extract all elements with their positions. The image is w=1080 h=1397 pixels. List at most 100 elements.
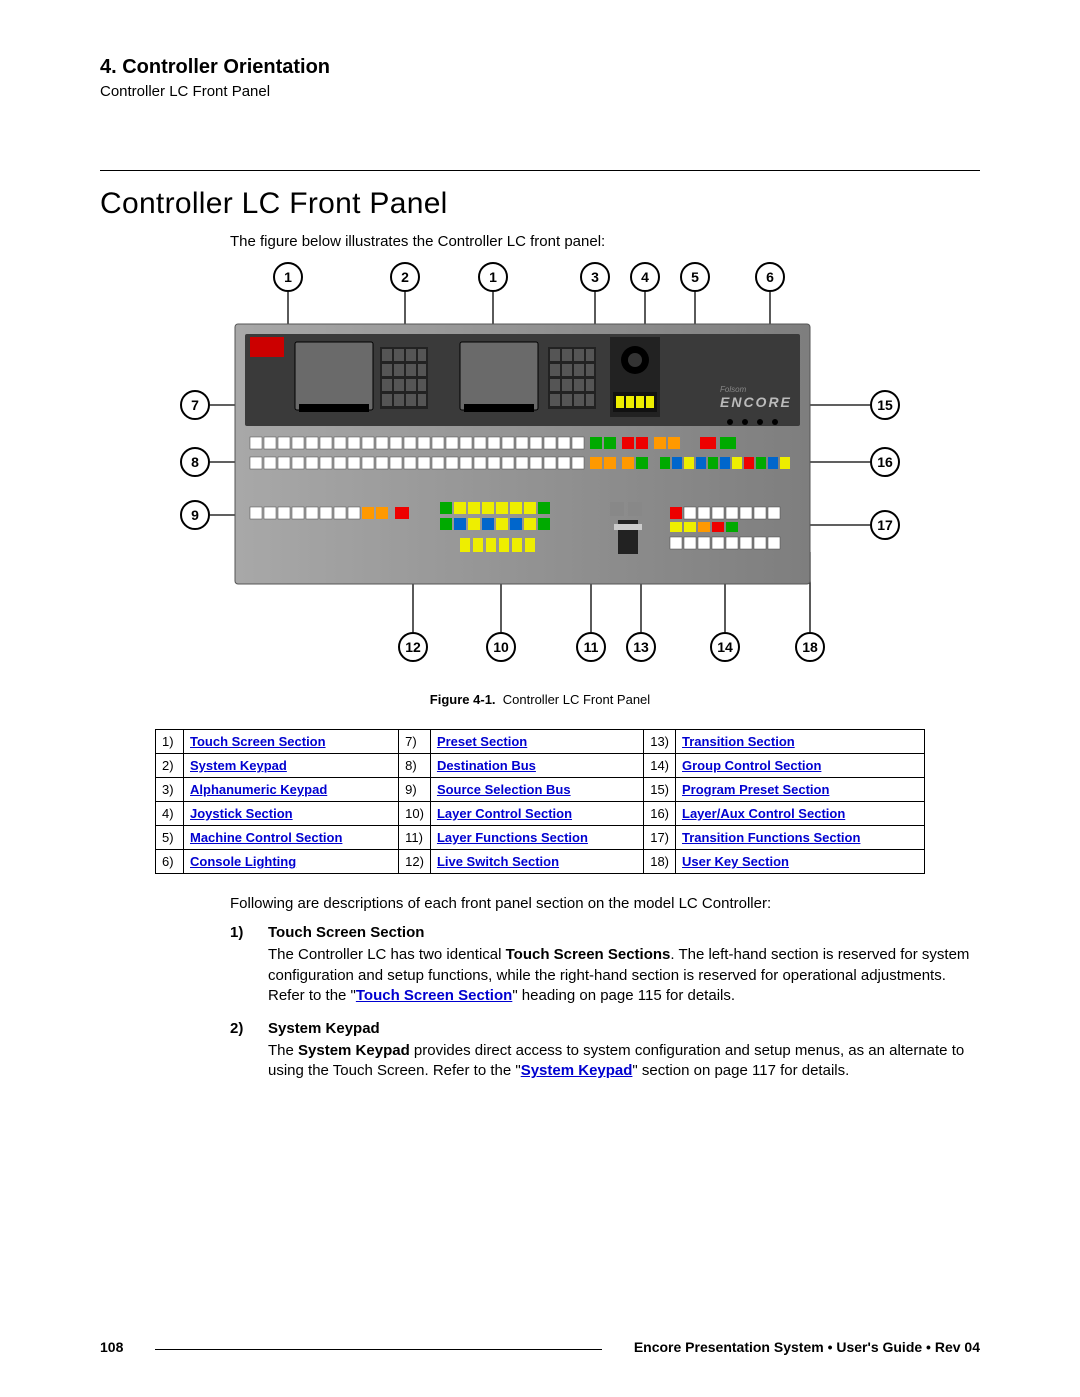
callout-4: 4 xyxy=(630,262,660,292)
legend-link[interactable]: Destination Bus xyxy=(437,758,536,773)
legend-link[interactable]: Layer Functions Section xyxy=(437,830,588,845)
legend-cell: System Keypad xyxy=(184,754,399,778)
link-touch-screen-section[interactable]: Touch Screen Section xyxy=(356,987,512,1004)
chapter-subtitle: Controller LC Front Panel xyxy=(100,83,980,100)
legend-link[interactable]: Program Preset Section xyxy=(682,782,829,797)
legend-cell: Transition Functions Section xyxy=(676,826,925,850)
legend-num: 14) xyxy=(644,754,676,778)
legend-link[interactable]: Transition Section xyxy=(682,734,795,749)
panel-svg: Folsom ENCORE xyxy=(180,262,900,682)
legend-num: 9) xyxy=(399,778,431,802)
link-system-keypad[interactable]: System Keypad xyxy=(521,1062,633,1079)
legend-cell: Layer/Aux Control Section xyxy=(676,802,925,826)
legend-cell: Touch Screen Section xyxy=(184,730,399,754)
callout-16: 16 xyxy=(870,447,900,477)
legend-cell: Layer Functions Section xyxy=(430,826,643,850)
desc-item-1-heading: 1) Touch Screen Section xyxy=(230,924,980,941)
legend-cell: Joystick Section xyxy=(184,802,399,826)
legend-link[interactable]: System Keypad xyxy=(190,758,287,773)
legend-cell: Transition Section xyxy=(676,730,925,754)
brand-text: ENCORE xyxy=(720,394,792,410)
legend-cell: Preset Section xyxy=(430,730,643,754)
callout-6: 6 xyxy=(755,262,785,292)
callout-7: 7 xyxy=(180,390,210,420)
legend-num: 15) xyxy=(644,778,676,802)
legend-num: 12) xyxy=(399,850,431,874)
legend-link[interactable]: Joystick Section xyxy=(190,806,293,821)
figure-diagram: 1 2 1 3 4 5 6 7 8 9 15 16 17 12 10 11 13… xyxy=(180,262,900,682)
legend-link[interactable]: Console Lighting xyxy=(190,854,296,869)
callout-1a: 1 xyxy=(273,262,303,292)
callout-5: 5 xyxy=(680,262,710,292)
legend-num: 2) xyxy=(156,754,184,778)
legend-num: 10) xyxy=(399,802,431,826)
legend-num: 18) xyxy=(644,850,676,874)
section-intro: The figure below illustrates the Control… xyxy=(230,233,980,250)
figure-caption: Figure 4-1. Controller LC Front Panel xyxy=(100,692,980,707)
brand-small: Folsom xyxy=(720,385,747,394)
legend-num: 6) xyxy=(156,850,184,874)
legend-num: 7) xyxy=(399,730,431,754)
legend-link[interactable]: Transition Functions Section xyxy=(682,830,860,845)
legend-num: 17) xyxy=(644,826,676,850)
legend-cell: Group Control Section xyxy=(676,754,925,778)
legend-row: 2) System Keypad 8) Destination Bus 14) Group… xyxy=(156,754,925,778)
descriptions-intro: Following are descriptions of each front… xyxy=(230,894,980,914)
legend-num: 3) xyxy=(156,778,184,802)
legend-cell: User Key Section xyxy=(676,850,925,874)
legend-link[interactable]: Layer/Aux Control Section xyxy=(682,806,845,821)
legend-cell: Machine Control Section xyxy=(184,826,399,850)
callout-1b: 1 xyxy=(478,262,508,292)
callout-3: 3 xyxy=(580,262,610,292)
callout-11: 11 xyxy=(576,632,606,662)
footer-rule xyxy=(155,1349,601,1350)
legend-cell: Destination Bus xyxy=(430,754,643,778)
legend-link[interactable]: Source Selection Bus xyxy=(437,782,571,797)
legend-cell: Live Switch Section xyxy=(430,850,643,874)
legend-num: 8) xyxy=(399,754,431,778)
figure-label: Figure 4-1. xyxy=(430,692,496,707)
legend-cell: Source Selection Bus xyxy=(430,778,643,802)
rule xyxy=(100,170,980,171)
legend-cell: Alphanumeric Keypad xyxy=(184,778,399,802)
footer-doc-title: Encore Presentation System • User's Guid… xyxy=(602,1339,980,1355)
callout-8: 8 xyxy=(180,447,210,477)
page-footer: 108 Encore Presentation System • User's … xyxy=(100,1339,980,1355)
callout-18: 18 xyxy=(795,632,825,662)
callout-9: 9 xyxy=(180,500,210,530)
legend-table: 1)Touch Screen Section7)Preset Section13… xyxy=(155,729,925,874)
legend-row: 5) Machine Control Section 11) Layer Functi… xyxy=(156,826,925,850)
legend-link[interactable]: Group Control Section xyxy=(682,758,821,773)
legend-link[interactable]: Live Switch Section xyxy=(437,854,559,869)
section-title: Controller LC Front Panel xyxy=(100,187,980,221)
callout-2: 2 xyxy=(390,262,420,292)
figure-caption-text: Controller LC Front Panel xyxy=(503,692,650,707)
desc-item-1-body: The Controller LC has two identical Touc… xyxy=(268,945,980,1006)
legend-link[interactable]: User Key Section xyxy=(682,854,789,869)
legend-row: 1)Touch Screen Section7)Preset Section13… xyxy=(156,730,925,754)
page-number: 108 xyxy=(100,1339,155,1355)
legend-link[interactable]: Preset Section xyxy=(437,734,527,749)
legend-link[interactable]: Alphanumeric Keypad xyxy=(190,782,327,797)
legend-link[interactable]: Machine Control Section xyxy=(190,830,342,845)
legend-num: 13) xyxy=(644,730,676,754)
desc-item-2-body: The System Keypad provides direct access… xyxy=(268,1041,980,1082)
legend-link[interactable]: Touch Screen Section xyxy=(190,734,326,749)
chapter-heading: 4. Controller Orientation xyxy=(100,56,980,79)
legend-cell: Console Lighting xyxy=(184,850,399,874)
legend-num: 11) xyxy=(399,826,431,850)
callout-14: 14 xyxy=(710,632,740,662)
callout-10: 10 xyxy=(486,632,516,662)
page: 4. Controller Orientation Controller LC … xyxy=(0,0,1080,1397)
legend-row: 4) Joystick Section 10) Layer Control Secti… xyxy=(156,802,925,826)
callout-15: 15 xyxy=(870,390,900,420)
callout-17: 17 xyxy=(870,510,900,540)
legend-num: 16) xyxy=(644,802,676,826)
legend-num: 4) xyxy=(156,802,184,826)
legend-link[interactable]: Layer Control Section xyxy=(437,806,572,821)
legend-cell: Layer Control Section xyxy=(430,802,643,826)
callout-12: 12 xyxy=(398,632,428,662)
legend-cell: Program Preset Section xyxy=(676,778,925,802)
legend-num: 5) xyxy=(156,826,184,850)
desc-item-2-heading: 2) System Keypad xyxy=(230,1020,980,1037)
